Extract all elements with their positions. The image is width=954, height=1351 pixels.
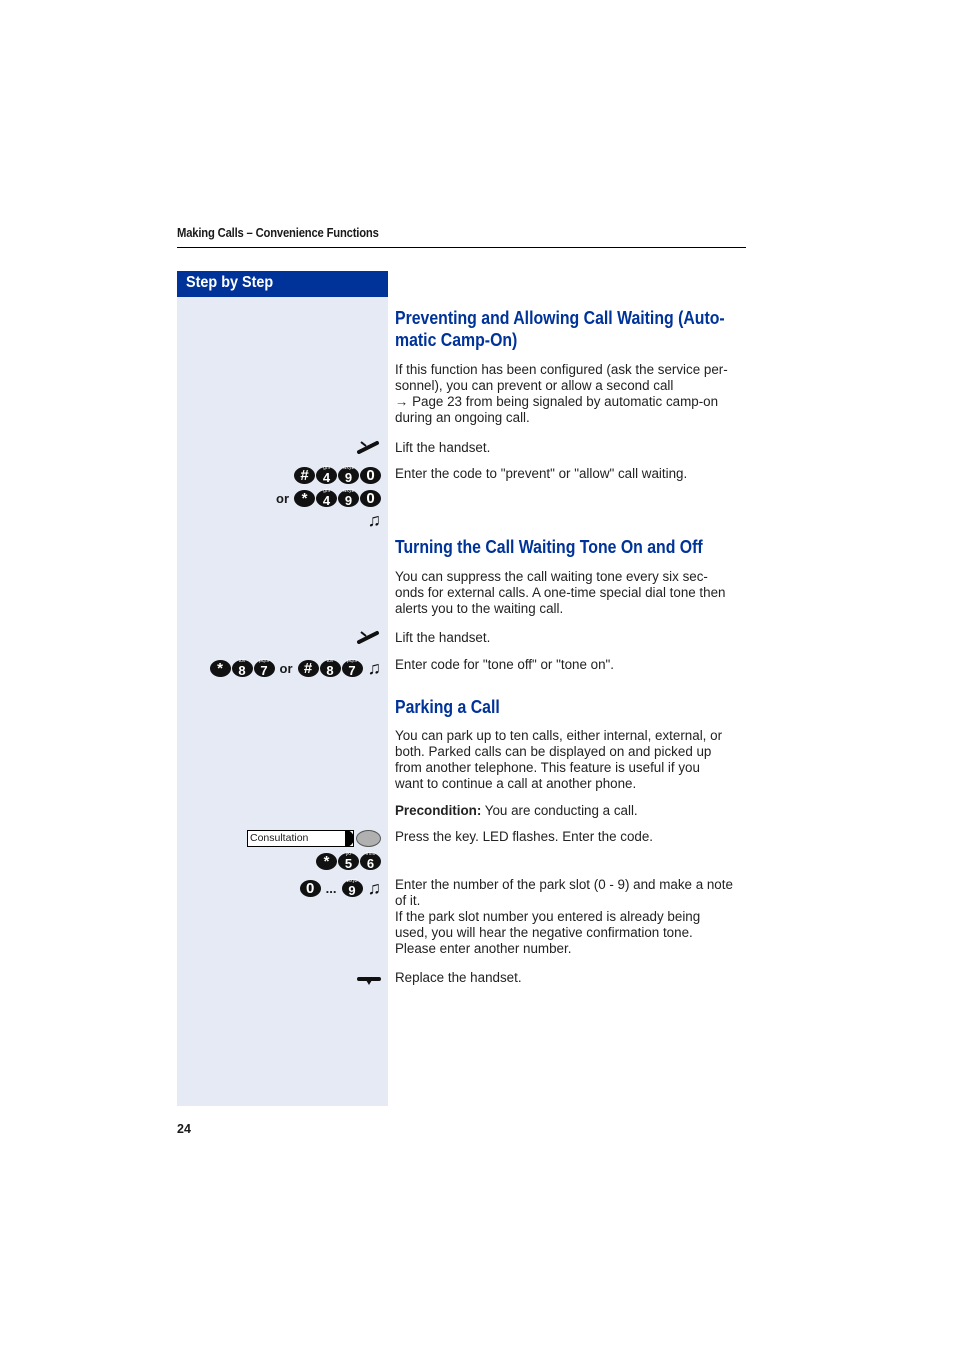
step-text: Lift the handset. xyxy=(395,440,491,455)
intro-line: onds for external calls. A one-time spec… xyxy=(395,585,726,600)
star-key: * xyxy=(316,853,337,870)
music-note-icon: ♫ xyxy=(367,658,382,678)
digit-key: ghi 4 xyxy=(316,489,337,507)
section-title: Preventing and Allowing Call Waiting (Au… xyxy=(395,308,725,328)
digit-key: ghi 4 xyxy=(316,466,337,484)
key-sequence-park: * jkl 5 mno 6 xyxy=(316,852,381,870)
step-text: If the park slot number you entered is a… xyxy=(395,909,701,924)
step-text: Lift the handset. xyxy=(395,630,491,645)
step-text: Enter the code to "prevent" or "allow" c… xyxy=(395,466,688,481)
intro-line: You can park up to ten calls, either int… xyxy=(395,728,723,743)
step-text: of it. xyxy=(395,893,421,908)
section-title: Turning the Call Waiting Tone On and Off xyxy=(395,537,703,557)
section-intro: You can park up to ten calls, either int… xyxy=(395,728,747,792)
step-text: Enter code for "tone off" or "tone on". xyxy=(395,657,615,672)
or-label: or xyxy=(276,491,289,506)
key-sequence-slot: 0 ... wxyz 9 ♫ xyxy=(299,878,382,899)
intro-line: If this function has been configured (as… xyxy=(395,362,728,377)
lift-handset-icon xyxy=(357,441,379,454)
digit-key: 0 xyxy=(299,880,321,897)
page-number: 24 xyxy=(177,1122,191,1136)
hash-key: # xyxy=(294,467,315,484)
digit-key: pqrs 7 xyxy=(253,659,275,677)
digit-key: 0 xyxy=(360,467,381,484)
star-key: * xyxy=(209,660,231,677)
digit-key: mno 6 xyxy=(360,852,381,870)
music-note-icon: ♫ xyxy=(367,878,382,898)
replace-handset-icon xyxy=(357,977,381,985)
intro-line: You can suppress the call waiting tone e… xyxy=(395,569,708,584)
digit-key: wxyz 9 xyxy=(338,489,359,507)
digit-key: 0 xyxy=(360,490,381,507)
intro-line: want to continue a call at another phone… xyxy=(395,776,637,791)
step-text: Replace the handset. xyxy=(395,970,522,985)
digit-key: tuv 8 xyxy=(231,659,253,677)
star-key: * xyxy=(294,490,315,507)
section-parking: Parking a Call xyxy=(395,696,747,718)
precondition: Precondition: You are conducting a call. xyxy=(395,803,638,818)
page-link[interactable]: → Page 23 from being signaled by automat… xyxy=(395,394,747,410)
lift-handset-icon xyxy=(357,631,379,644)
step-by-step-title: Step by Step xyxy=(186,274,274,291)
section-call-waiting: Preventing and Allowing Call Waiting (Au… xyxy=(395,307,747,351)
digit-key: jkl 5 xyxy=(338,852,359,870)
section-intro: If this function has been configured (as… xyxy=(395,362,747,426)
step-text: Enter the number of the park slot (0 - 9… xyxy=(395,877,733,892)
intro-line: from another telephone. This feature is … xyxy=(395,760,700,775)
step-text-block: Enter the number of the park slot (0 - 9… xyxy=(395,877,747,957)
tone-row: ♫ xyxy=(364,510,382,531)
key-sequence-tone: * tuv 8 pqrs 7 or # tuv 8 pqrs 7 ♫ xyxy=(209,658,382,679)
intro-line: sonnel), you can prevent or allow a seco… xyxy=(395,378,674,393)
consultation-key[interactable]: Consultation xyxy=(247,830,354,847)
running-head: Making Calls – Convenience Functions xyxy=(177,226,379,240)
key-sequence-allow: or * ghi 4 wxyz 9 0 xyxy=(272,489,381,507)
digit-key: wxyz 9 xyxy=(341,879,363,897)
step-text: Press the key. LED flashes. Enter the co… xyxy=(395,829,654,844)
or-label: or xyxy=(279,661,293,676)
ellipsis: ... xyxy=(325,881,337,896)
section-intro: You can suppress the call waiting tone e… xyxy=(395,569,747,617)
section-title: Parking a Call xyxy=(395,697,500,717)
digit-key: tuv 8 xyxy=(319,659,341,677)
step-by-step-header: Step by Step xyxy=(177,271,388,297)
intro-line: during an ongoing call. xyxy=(395,410,530,425)
digit-key: wxyz 9 xyxy=(338,466,359,484)
step-text: Please enter another number. xyxy=(395,941,572,956)
intro-line: alerts you to the waiting call. xyxy=(395,601,564,616)
hash-key: # xyxy=(297,660,319,677)
section-call-waiting-tone: Turning the Call Waiting Tone On and Off xyxy=(395,536,747,558)
music-note-icon: ♫ xyxy=(367,510,382,530)
section-title-cont: matic Camp-On) xyxy=(395,330,518,350)
key-sequence-prevent: # ghi 4 wxyz 9 0 xyxy=(294,466,381,484)
intro-line: both. Parked calls can be displayed on a… xyxy=(395,744,712,759)
digit-key: pqrs 7 xyxy=(341,659,363,677)
step-text: used, you will hear the negative confirm… xyxy=(395,925,693,940)
led-indicator xyxy=(356,830,381,847)
header-rule xyxy=(177,247,746,248)
